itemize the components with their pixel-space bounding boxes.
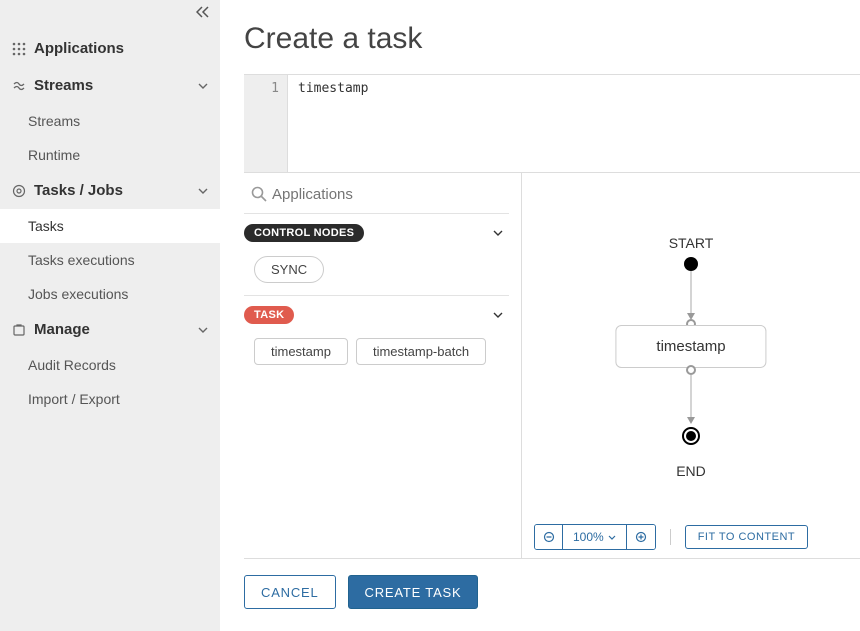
nav-manage[interactable]: Manage [0, 311, 220, 348]
task-node[interactable]: timestamp [615, 325, 766, 368]
port-task-bottom[interactable] [686, 365, 696, 375]
section-pill: TASK [244, 306, 294, 324]
line-number: 1 [252, 81, 279, 96]
collapse-sidebar-icon[interactable] [196, 6, 210, 18]
edge-task-to-end [691, 375, 692, 419]
start-node[interactable] [684, 257, 698, 271]
nav-item-runtime[interactable]: Runtime [0, 138, 220, 172]
fit-label: FIT TO CONTENT [698, 531, 795, 543]
nav-item-streams[interactable]: Streams [0, 104, 220, 138]
code-editor[interactable]: 1 timestamp [244, 74, 860, 172]
palette-search[interactable] [244, 181, 509, 213]
nav-item-tasks-executions[interactable]: Tasks executions [0, 243, 220, 277]
footer: CANCEL CREATE TASK [244, 558, 860, 609]
end-label: END [676, 463, 706, 479]
create-label: CREATE TASK [365, 585, 462, 600]
nav-applications[interactable]: Applications [0, 30, 220, 67]
sidebar-top [0, 0, 220, 24]
section-task-items: timestamp timestamp-batch [244, 334, 509, 377]
stream-icon [10, 79, 28, 93]
section-task[interactable]: TASK [244, 296, 509, 334]
tasks-icon [10, 184, 28, 198]
zoom-level-text: 100% [573, 530, 604, 544]
nav-label: Streams [34, 77, 198, 94]
chip-timestamp[interactable]: timestamp [254, 338, 348, 365]
search-icon [250, 185, 272, 203]
section-pill: CONTROL NODES [244, 224, 364, 242]
section-control-nodes[interactable]: CONTROL NODES [244, 214, 509, 252]
section-control-items: SYNC [244, 252, 509, 295]
page-title: Create a task [244, 22, 860, 74]
nav-streams[interactable]: Streams [0, 67, 220, 104]
nav-item-audit-records[interactable]: Audit Records [0, 348, 220, 382]
divider [670, 529, 671, 545]
edge-start-to-task [691, 271, 692, 315]
chevron-down-icon [198, 83, 208, 89]
canvas[interactable]: START timestamp END [522, 173, 860, 558]
editor-gutter: 1 [244, 75, 288, 172]
chevron-down-icon [608, 535, 616, 540]
manage-icon [10, 323, 28, 337]
cancel-button[interactable]: CANCEL [244, 575, 336, 609]
nav: Applications Streams Streams Runtime Tas… [0, 24, 220, 416]
fit-to-content-button[interactable]: FIT TO CONTENT [685, 525, 808, 549]
chevron-down-icon [493, 312, 503, 318]
chip-sync[interactable]: SYNC [254, 256, 324, 283]
chevron-down-icon [198, 327, 208, 333]
sidebar: Applications Streams Streams Runtime Tas… [0, 0, 220, 631]
nav-tasks-jobs[interactable]: Tasks / Jobs [0, 172, 220, 209]
chevron-down-icon [198, 188, 208, 194]
designer: CONTROL NODES SYNC TASK timestamp [244, 172, 860, 558]
nav-label: Applications [34, 40, 208, 57]
nav-item-jobs-executions[interactable]: Jobs executions [0, 277, 220, 311]
palette-search-input[interactable] [272, 186, 507, 203]
cancel-label: CANCEL [261, 585, 319, 600]
zoom-level-dropdown[interactable]: 100% [563, 525, 627, 549]
task-node-label: timestamp [656, 338, 725, 355]
chevron-down-icon [493, 230, 503, 236]
arrowhead-icon [687, 417, 695, 424]
zoom-group: 100% [534, 524, 656, 550]
chip-timestamp-batch[interactable]: timestamp-batch [356, 338, 486, 365]
flow: START timestamp END [532, 183, 850, 548]
zoom-out-button[interactable] [535, 525, 563, 549]
code-text: timestamp [298, 81, 368, 96]
code-area[interactable]: timestamp [288, 75, 860, 172]
start-label: START [669, 235, 714, 251]
zoom-in-button[interactable] [627, 525, 655, 549]
nav-item-tasks[interactable]: Tasks [0, 209, 220, 243]
end-node[interactable] [682, 427, 700, 445]
nav-label: Manage [34, 321, 198, 338]
zoom-controls: 100% FIT TO CONTENT [534, 524, 808, 550]
nav-label: Tasks / Jobs [34, 182, 198, 199]
nav-item-import-export[interactable]: Import / Export [0, 382, 220, 416]
create-task-button[interactable]: CREATE TASK [348, 575, 479, 609]
grid-icon [10, 42, 28, 56]
main: Create a task 1 timestamp CONTROL [220, 0, 860, 631]
palette: CONTROL NODES SYNC TASK timestamp [244, 173, 522, 558]
